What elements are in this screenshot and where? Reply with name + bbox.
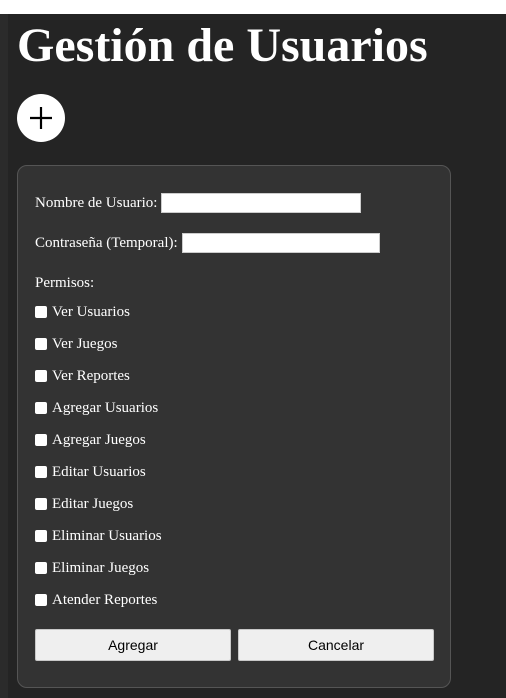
permission-label: Ver Juegos [52, 336, 118, 352]
password-row: Contraseña (Temporal): [35, 233, 380, 253]
permission-editar-usuarios[interactable]: Editar Usuarios [35, 463, 162, 495]
permission-label: Atender Reportes [52, 592, 158, 608]
permission-label: Editar Usuarios [52, 464, 146, 480]
permission-agregar-usuarios[interactable]: Agregar Usuarios [35, 399, 162, 431]
page-title: Gestión de Usuarios [17, 19, 428, 72]
checkbox[interactable] [35, 402, 47, 414]
permission-ver-usuarios[interactable]: Ver Usuarios [35, 303, 162, 335]
top-strip [0, 0, 506, 14]
checkbox[interactable] [35, 594, 47, 606]
checkbox[interactable] [35, 466, 47, 478]
checkbox[interactable] [35, 370, 47, 382]
checkbox[interactable] [35, 562, 47, 574]
permission-label: Ver Usuarios [52, 304, 130, 320]
cancel-button[interactable]: Cancelar [238, 629, 434, 661]
permission-label: Eliminar Usuarios [52, 528, 162, 544]
permission-ver-juegos[interactable]: Ver Juegos [35, 335, 162, 367]
permissions-list: Ver Usuarios Ver Juegos Ver Reportes Agr… [35, 303, 162, 623]
permission-ver-reportes[interactable]: Ver Reportes [35, 367, 162, 399]
permission-label: Ver Reportes [52, 368, 130, 384]
checkbox[interactable] [35, 434, 47, 446]
permission-editar-juegos[interactable]: Editar Juegos [35, 495, 162, 527]
permission-label: Editar Juegos [52, 496, 134, 512]
checkbox[interactable] [35, 306, 47, 318]
username-input[interactable] [161, 193, 362, 213]
checkbox[interactable] [35, 498, 47, 510]
plus-icon [30, 107, 52, 129]
add-user-button[interactable] [17, 94, 65, 142]
permissions-label: Permisos: [35, 275, 95, 291]
password-input[interactable] [181, 233, 380, 253]
permission-atender-reportes[interactable]: Atender Reportes [35, 591, 162, 623]
permission-label: Agregar Usuarios [52, 400, 159, 416]
username-row: Nombre de Usuario: [35, 193, 362, 213]
checkbox[interactable] [35, 530, 47, 542]
permission-eliminar-juegos[interactable]: Eliminar Juegos [35, 559, 162, 591]
agregar-button[interactable]: Agregar [35, 629, 231, 661]
username-label: Nombre de Usuario: [35, 195, 158, 211]
checkbox[interactable] [35, 338, 47, 350]
permission-agregar-juegos[interactable]: Agregar Juegos [35, 431, 162, 463]
permission-label: Agregar Juegos [52, 432, 146, 448]
password-label: Contraseña (Temporal): [35, 235, 178, 251]
permission-label: Eliminar Juegos [52, 560, 150, 576]
permission-eliminar-usuarios[interactable]: Eliminar Usuarios [35, 527, 162, 559]
add-user-form: Nombre de Usuario: Contraseña (Temporal)… [17, 165, 451, 688]
